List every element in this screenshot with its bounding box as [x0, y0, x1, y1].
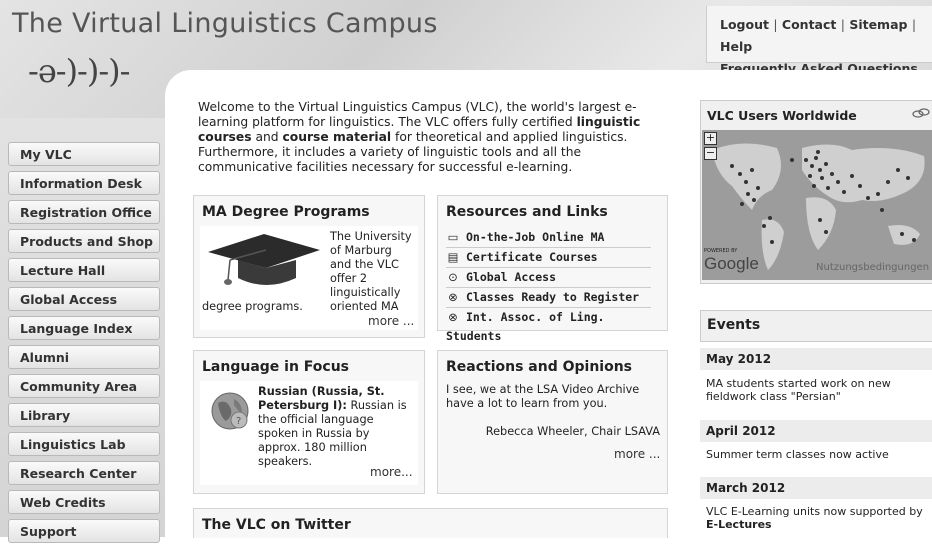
sidebar-item-research-center[interactable]: Research Center	[8, 461, 160, 485]
resources-title: Resources and Links	[446, 204, 608, 220]
sitemap-link[interactable]: Sitemap	[849, 17, 907, 32]
sidebar-item-registration-office[interactable]: Registration Office	[8, 200, 160, 224]
sidebar-item-alumni[interactable]: Alumni	[8, 345, 160, 369]
sidebar-item-support[interactable]: Support	[8, 519, 160, 543]
world-map[interactable]: + − POWERED BY Google Nutzungsbedingunge…	[702, 130, 932, 280]
resource-label: On-the-Job Online MA	[466, 230, 605, 244]
chain-link-icon	[912, 108, 930, 118]
sidebar-item-products-and-shop[interactable]: Products and Shop	[8, 229, 160, 253]
contact-link[interactable]: Contact	[782, 17, 836, 32]
map-zoom-out-button[interactable]: −	[704, 147, 717, 160]
language-focus-more-link[interactable]: more...	[370, 465, 413, 479]
sidebar-item-lecture-hall[interactable]: Lecture Hall	[8, 258, 160, 282]
ma-degree-content: The University of Marburg and the VLC of…	[200, 226, 418, 330]
users-map-title: VLC Users Worldwide	[707, 108, 857, 123]
separator: |	[773, 17, 778, 32]
resource-label: Classes Ready to Register	[466, 290, 640, 304]
resource-label: Certificate Courses	[466, 250, 598, 264]
reactions-quote: I see, we at the LSA Video Archive have …	[446, 383, 640, 410]
sidebar-item-community-area[interactable]: Community Area	[8, 374, 160, 398]
e-lectures-link[interactable]: E-Lectures	[706, 518, 772, 531]
resource-link-certificate-courses[interactable]: ▤ Certificate Courses	[446, 248, 651, 268]
event-text[interactable]: MA students started work on new fieldwor…	[706, 377, 931, 403]
resources-box: Resources and Links ▭ On-the-Job Online M…	[437, 195, 668, 343]
sidebar-item-information-desk[interactable]: Information Desk	[8, 171, 160, 195]
site-title[interactable]: The Virtual Linguistics Campus	[12, 8, 438, 39]
reactions-more-link[interactable]: more ...	[614, 447, 660, 461]
resource-label: Global Access	[466, 270, 557, 284]
ma-degree-box: MA Degree Programs The University of Mar…	[193, 195, 425, 338]
events-header: Events	[700, 310, 932, 342]
svg-text:?: ?	[236, 416, 241, 427]
event-date: May 2012	[700, 348, 932, 370]
terms-link[interactable]: Nutzungsbedingungen	[816, 262, 929, 273]
global-access-icon: ⊙	[448, 270, 458, 284]
help-link[interactable]: Help	[720, 39, 752, 54]
sidebar-item-language-index[interactable]: Language Index	[8, 316, 160, 340]
google-logo[interactable]: Google	[704, 254, 759, 274]
certificate-icon: ▤	[447, 250, 459, 264]
resource-link-int-assoc[interactable]: ⊗ Int. Assoc. of Ling. Students	[446, 308, 651, 343]
graduation-cap-icon	[208, 234, 320, 285]
events-title: Events	[707, 317, 761, 333]
vlc-logo[interactable]: -ə-)-)-)-	[28, 52, 130, 90]
intro-part: and	[251, 130, 283, 144]
language-focus-box: Language in Focus ? Russian (Russia, St.…	[193, 350, 425, 494]
sidebar-item-global-access[interactable]: Global Access	[8, 287, 160, 311]
intro-text: Welcome to the Virtual Linguistics Campu…	[198, 100, 678, 175]
globe-icon: ?	[211, 392, 249, 430]
map-zoom-in-button[interactable]: +	[704, 132, 717, 145]
monitor-icon: ▭	[447, 230, 459, 244]
reactions-title: Reactions and Opinions	[446, 359, 633, 375]
ma-degree-title[interactable]: MA Degree Programs	[202, 204, 370, 220]
logout-link[interactable]: Logout	[720, 17, 769, 32]
reactions-author: Rebecca Wheeler, Chair LSAVA	[485, 425, 660, 438]
resource-link-classes-ready[interactable]: ⊗ Classes Ready to Register	[446, 288, 651, 308]
resource-link-global-access[interactable]: ⊙ Global Access	[446, 268, 651, 288]
ma-degree-text-end: degree programs.	[202, 300, 303, 313]
language-focus-text: Russian (Russia, St. Petersburg I): Russ…	[258, 385, 414, 469]
intro-part: Welcome to the Virtual Linguistics Campu…	[198, 100, 637, 129]
event-date: April 2012	[700, 420, 932, 442]
twitter-box: The VLC on Twitter	[193, 508, 668, 538]
compass-icon: ⊗	[448, 290, 458, 304]
resource-link-on-the-job-ma[interactable]: ▭ On-the-Job Online MA	[446, 228, 651, 248]
language-focus-content: ? Russian (Russia, St. Petersburg I): Ru…	[200, 381, 418, 485]
sidebar-item-library[interactable]: Library	[8, 403, 160, 427]
separator: |	[911, 17, 917, 32]
sidebar-item-linguistics-lab[interactable]: Linguistics Lab	[8, 432, 160, 456]
event-text[interactable]: VLC E-Learning units now supported by E-…	[706, 505, 931, 531]
compass-icon: ⊗	[448, 310, 458, 324]
event-date: March 2012	[700, 477, 932, 499]
ma-degree-more-link[interactable]: more ...	[368, 314, 414, 328]
language-focus-title: Language in Focus	[202, 359, 350, 375]
event-text[interactable]: Summer term classes now active	[706, 448, 931, 461]
sidebar-item-my-vlc[interactable]: My VLC	[8, 142, 160, 166]
separator: |	[840, 17, 845, 32]
sidebar-item-web-credits[interactable]: Web Credits	[8, 490, 160, 514]
ma-degree-text: The University of Marburg and the VLC of…	[330, 230, 412, 313]
course-material-link[interactable]: course material	[283, 130, 392, 144]
event-text-part: VLC E-Learning units now supported by	[706, 505, 923, 518]
twitter-title: The VLC on Twitter	[202, 517, 351, 533]
reactions-box: Reactions and Opinions I see, we at the …	[437, 350, 668, 494]
